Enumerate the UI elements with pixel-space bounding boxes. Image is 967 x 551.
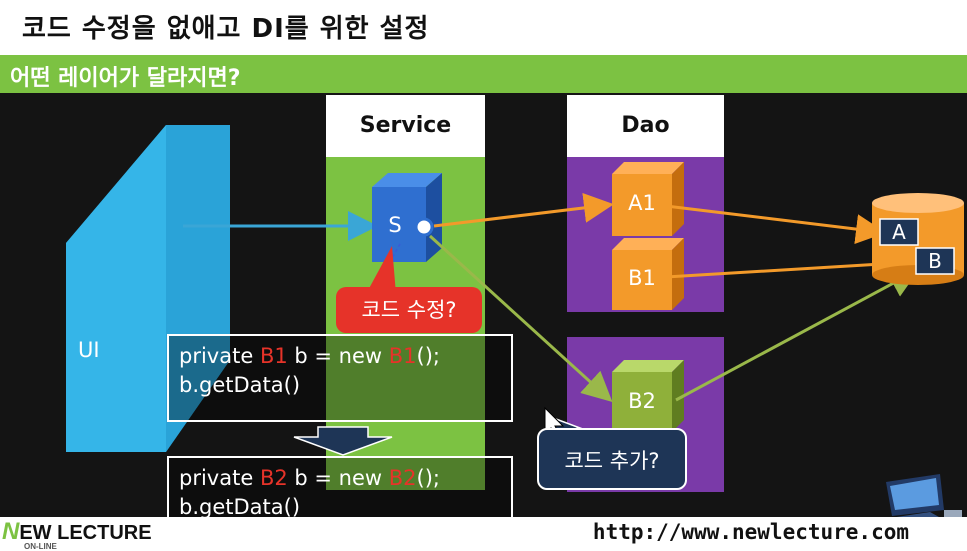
ui-label: UI bbox=[78, 338, 100, 362]
modify-callout: 코드 수정? bbox=[336, 287, 482, 333]
service-socket-icon bbox=[414, 217, 434, 237]
code-ctor: B1 bbox=[388, 344, 417, 368]
dao-node-a1-label: A1 bbox=[628, 191, 656, 215]
footer-url[interactable]: http://www.newlecture.com bbox=[593, 520, 909, 544]
add-callout: 코드 추가? bbox=[537, 428, 687, 490]
logo-text: EW LECTURE bbox=[19, 522, 152, 544]
code-type: B1 bbox=[259, 344, 288, 368]
code-suffix: (); bbox=[416, 466, 441, 490]
code-before-line2: b.getData() bbox=[179, 373, 301, 397]
dao-node-b2-label: B2 bbox=[628, 389, 656, 413]
code-ctor: B2 bbox=[388, 466, 417, 490]
code-after-line1: private B2 b = new B2(); bbox=[179, 464, 501, 493]
code-keyword: private bbox=[179, 466, 260, 490]
code-mid: b = new bbox=[287, 466, 389, 490]
db-item-a: A bbox=[892, 220, 906, 244]
code-mid: b = new bbox=[287, 344, 389, 368]
down-arrow-icon bbox=[293, 426, 393, 456]
code-keyword: private bbox=[179, 344, 260, 368]
code-before-line1: private B1 b = new B1(); bbox=[179, 342, 501, 371]
arrow-service-to-a1 bbox=[433, 192, 614, 228]
code-suffix: (); bbox=[416, 344, 441, 368]
logo-n: N bbox=[2, 518, 20, 545]
code-type: B2 bbox=[259, 466, 288, 490]
arrow-b2-to-db bbox=[675, 269, 920, 402]
arrow-a1-to-db bbox=[665, 204, 886, 244]
db-item-b: B bbox=[928, 249, 942, 273]
service-node-label: S bbox=[388, 213, 402, 237]
dao-node-b1-label: B1 bbox=[628, 266, 656, 290]
code-before-box: private B1 b = new B1(); b.getData() bbox=[167, 334, 513, 422]
brand-logo: NEW LECTURE ON-LINE bbox=[2, 518, 152, 551]
